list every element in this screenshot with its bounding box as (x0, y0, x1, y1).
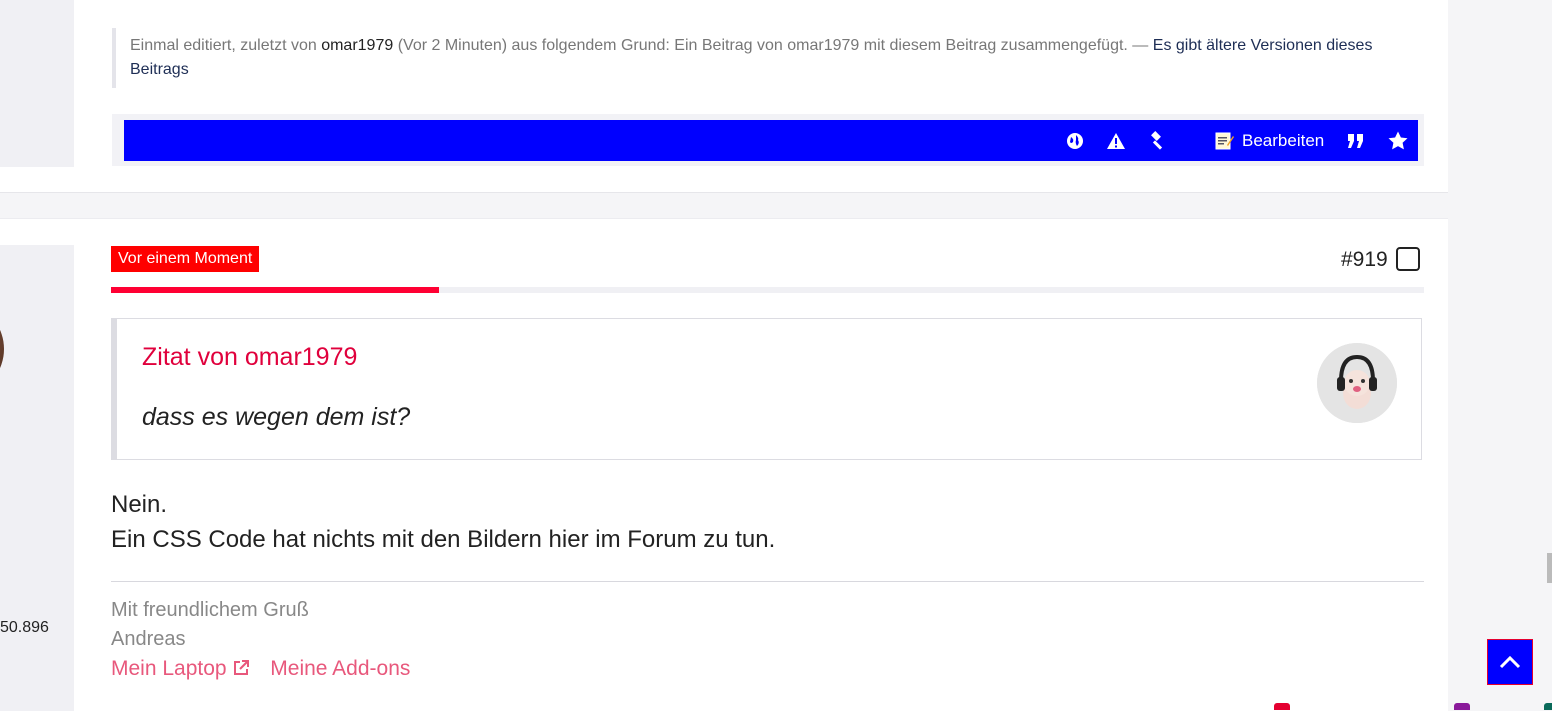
edit-note: Einmal editiert, zuletzt von omar1979 (V… (112, 28, 1420, 88)
warning-icon (1107, 132, 1125, 149)
edit-button[interactable]: Bearbeiten (1214, 120, 1324, 161)
scrollbar-thumb[interactable] (1547, 553, 1552, 583)
message-line-2: Ein CSS Code hat nichts mit den Bildern … (111, 526, 776, 553)
globe-icon (1067, 132, 1083, 149)
edit-note-prefix: Einmal editiert, zuletzt von (130, 37, 317, 54)
edit-note-user-link[interactable]: omar1979 (321, 37, 393, 54)
author-stat: 50.896 (0, 619, 49, 636)
notification-badge-2 (1454, 703, 1470, 710)
ip-address-button[interactable] (1066, 120, 1084, 161)
star-icon (1388, 131, 1408, 150)
previous-post-user-sidebar (0, 0, 74, 167)
kitten-headphones-avatar (1317, 343, 1397, 423)
post-919: 50.896 Vor einem Moment #919 Zitat von o… (0, 218, 1448, 711)
edit-note-icon (1215, 132, 1234, 149)
signature-greeting: Mit freundlichem Gruß (111, 599, 309, 621)
quote-button[interactable] (1347, 120, 1365, 161)
post-action-bar: Bearbeiten (124, 120, 1418, 161)
gavel-icon (1151, 130, 1163, 150)
bookmark-button[interactable] (1388, 120, 1408, 161)
post-user-sidebar: 50.896 (0, 245, 74, 711)
signature-link-laptop-label: Mein Laptop (111, 657, 227, 680)
post-action-bar-container: Bearbeiten (112, 114, 1424, 166)
signature-link-laptop[interactable]: Mein Laptop (111, 657, 256, 680)
signature-links: Mein Laptop Meine Add-ons (111, 655, 410, 683)
post-message: Nein. Ein CSS Code hat nichts mit den Bi… (111, 487, 775, 557)
signature-name: Andreas (111, 628, 186, 650)
edit-note-reason: (Vor 2 Minuten) aus folgendem Grund: Ein… (397, 37, 1149, 54)
external-link-icon (234, 660, 250, 675)
signature-link-addons[interactable]: Meine Add-ons (270, 657, 410, 680)
report-button[interactable] (1106, 120, 1126, 161)
message-line-1: Nein. (111, 491, 168, 518)
signature: Mit freundlichem Gruß Andreas (111, 596, 309, 654)
quote-title[interactable]: Zitat von omar1979 (142, 343, 357, 372)
author-avatar[interactable] (0, 309, 4, 389)
post-number-link[interactable]: #919 (1341, 247, 1388, 273)
previous-post: Einmal editiert, zuletzt von omar1979 (V… (0, 0, 1448, 193)
quote-icon (1348, 133, 1363, 148)
quote-text: dass es wegen dem ist? (142, 403, 411, 431)
chevron-up-icon (1499, 655, 1521, 669)
moderate-button[interactable] (1147, 120, 1167, 161)
notification-badge (1274, 703, 1290, 710)
notification-badge-3 (1544, 703, 1552, 710)
edit-button-label: Bearbeiten (1242, 130, 1325, 150)
post-select-checkbox[interactable] (1396, 247, 1420, 271)
quote-block: Zitat von omar1979 dass es wegen dem ist… (111, 318, 1422, 460)
scroll-to-top-button[interactable] (1487, 639, 1533, 685)
quote-author-avatar[interactable] (1317, 343, 1397, 423)
post-time-badge[interactable]: Vor einem Moment (111, 246, 260, 272)
post-progress-fill (111, 287, 440, 293)
signature-divider (111, 581, 1424, 582)
post-progress-bar (111, 287, 1424, 293)
